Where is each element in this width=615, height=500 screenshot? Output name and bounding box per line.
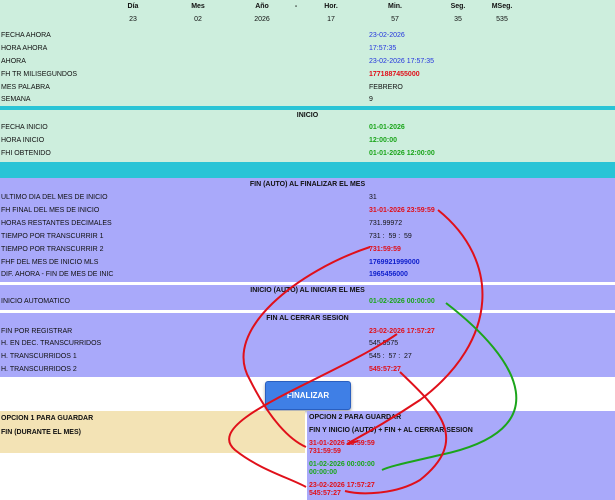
- row-fecha-inicio: FECHA INICIO 01-01-2026: [0, 122, 615, 135]
- row-inicio-automatico: INICIO AUTOMATICO 01-02-2026 00:00:00: [0, 296, 615, 309]
- finalizar-button[interactable]: FINALIZAR: [265, 381, 351, 410]
- value-fecha-inicio: 01-01-2026: [369, 124, 405, 131]
- row-fh-tr-ms: FH TR MILISEGUNDOS 1771887455000: [0, 69, 615, 82]
- value-mes-palabra: FEBRERO: [369, 84, 403, 91]
- header-label-mes: Mes: [191, 3, 205, 10]
- value-inicio-automatico: 01-02-2026 00:00:00: [369, 298, 435, 305]
- value-h-dec: 545.9575: [369, 340, 399, 347]
- row-h-transcurridos-2: H. TRANSCURRIDOS 2 545:57:27: [0, 364, 615, 377]
- value-fin-por-registrar: 23-02-2026 17:57:27: [369, 328, 435, 335]
- header-label-dia: Día: [127, 3, 139, 10]
- value-ahora: 23-02-2026 17:57:35: [369, 58, 434, 65]
- header-label-sep: -: [294, 3, 298, 10]
- row-ultimo-dia: ULTIMO DIA DEL MES DE INICIO 31: [0, 192, 615, 205]
- value-fhi-obtenido: 01-01-2026 12:00:00: [369, 150, 435, 157]
- inicio-title: INICIO: [296, 112, 319, 119]
- label-fh-final: FH FINAL DEL MES DE INICIO: [1, 207, 100, 214]
- row-hora-ahora: HORA AHORA 17:57:35: [0, 43, 615, 56]
- label-dif-ahora: DIF. AHORA - FIN DE MES DE INIC: [1, 271, 114, 278]
- row-h-transcurridos-1: H. TRANSCURRIDOS 1 545 : 57 : 27: [0, 351, 615, 364]
- row-dif-ahora: DIF. AHORA - FIN DE MES DE INIC 19654560…: [0, 269, 615, 282]
- fin-cerrar-title: FIN AL CERRAR SESION: [266, 315, 349, 322]
- value-hora-inicio: 12:00:00: [369, 137, 398, 144]
- opcion2-entry3-line2: 545:57:27: [309, 490, 341, 497]
- opcion2-panel: OPCION 2 PARA GUARDAR FIN Y INICIO (AUTO…: [307, 411, 615, 500]
- value-tiempo-1: 731 : 59 : 59: [369, 233, 412, 240]
- opcion2-entry3-line1: 23-02-2026 17:57:27: [309, 482, 375, 489]
- value-ultimo-dia: 31: [369, 194, 377, 201]
- row-tiempo-2: TIEMPO POR TRANSCURRIR 2 731:59:59: [0, 244, 615, 257]
- label-tiempo-2: TIEMPO POR TRANSCURRIR 2: [1, 246, 104, 253]
- opcion1-title: OPCION 1 PARA GUARDAR: [1, 415, 94, 422]
- value-horas-restantes: 731.99972: [369, 220, 403, 227]
- fin-cerrar-section: FIN AL CERRAR SESION FIN POR REGISTRAR 2…: [0, 313, 615, 377]
- opcion2-entry1-line2: 731:59:59: [309, 448, 341, 455]
- label-hora-ahora: HORA AHORA: [1, 45, 48, 52]
- header-value-min: 57: [391, 16, 399, 23]
- value-fecha-ahora: 23-02-2026: [369, 32, 405, 39]
- header-label-min: Min.: [388, 3, 402, 10]
- fin-auto-title: FIN (AUTO) AL FINALIZAR EL MES: [249, 181, 366, 188]
- row-tiempo-1: TIEMPO POR TRANSCURRIR 1 731 : 59 : 59: [0, 231, 615, 244]
- label-mes-palabra: MES PALABRA: [1, 84, 50, 91]
- inicio-section: INICIO FECHA INICIO 01-01-2026 HORA INIC…: [0, 110, 615, 162]
- row-fh-final: FH FINAL DEL MES DE INICIO 31-01-2026 23…: [0, 205, 615, 218]
- label-h-transcurridos-1: H. TRANSCURRIDOS 1: [1, 353, 77, 360]
- opcion2-subtitle: FIN Y INICIO (AUTO) + FIN + AL CERRAR SE…: [309, 427, 473, 434]
- header-value-dia: 23: [129, 16, 137, 23]
- opcion1-panel: OPCION 1 PARA GUARDAR FIN (DURANTE EL ME…: [0, 411, 305, 453]
- value-tiempo-2: 731:59:59: [369, 246, 401, 253]
- label-inicio-automatico: INICIO AUTOMATICO: [1, 298, 70, 305]
- label-fh-tr-ms: FH TR MILISEGUNDOS: [1, 71, 78, 78]
- row-horas-restantes: HORAS RESTANTES DECIMALES 731.99972: [0, 218, 615, 231]
- label-fecha-ahora: FECHA AHORA: [1, 32, 51, 39]
- label-horas-restantes: HORAS RESTANTES DECIMALES: [1, 220, 112, 227]
- value-fh-final: 31-01-2026 23:59:59: [369, 207, 435, 214]
- row-fecha-ahora: FECHA AHORA 23-02-2026: [0, 30, 615, 43]
- label-semana: SEMANA: [1, 96, 31, 103]
- label-hora-inicio: HORA INICIO: [1, 137, 45, 144]
- header-value-hor: 17: [327, 16, 335, 23]
- inicio-auto-section: INICIO (AUTO) AL INICIAR EL MES INICIO A…: [0, 285, 615, 310]
- label-h-transcurridos-2: H. TRANSCURRIDOS 2: [1, 366, 77, 373]
- value-h-transcurridos-2: 545:57:27: [369, 366, 401, 373]
- now-section: FECHA AHORA 23-02-2026 HORA AHORA 17:57:…: [0, 30, 615, 106]
- datetime-header: Día 23 Mes 02 Año 2026 - Hor. 17 Min. 57…: [0, 0, 615, 30]
- row-fhi-obtenido: FHI OBTENIDO 01-01-2026 12:00:00: [0, 148, 615, 161]
- opcion2-entry2-line1: 01-02-2026 00:00:00: [309, 461, 375, 468]
- opcion2-entry1-line1: 31-01-2026 23:59:59: [309, 440, 375, 447]
- label-ultimo-dia: ULTIMO DIA DEL MES DE INICIO: [1, 194, 108, 201]
- row-hora-inicio: HORA INICIO 12:00:00: [0, 135, 615, 148]
- header-value-mseg: 535: [496, 16, 508, 23]
- header-label-seg: Seg.: [450, 3, 466, 10]
- inicio-auto-title: INICIO (AUTO) AL INICIAR EL MES: [250, 287, 365, 294]
- header-value-anio: 2026: [254, 16, 270, 23]
- value-hora-ahora: 17:57:35: [369, 45, 397, 52]
- label-fhi-obtenido: FHI OBTENIDO: [1, 150, 51, 157]
- row-ahora: AHORA 23-02-2026 17:57:35: [0, 56, 615, 69]
- header-value-mes: 02: [194, 16, 202, 23]
- header-value-seg: 35: [454, 16, 462, 23]
- header-label-hor: Hor.: [324, 3, 338, 10]
- label-fecha-inicio: FECHA INICIO: [1, 124, 48, 131]
- opcion2-entry2-line2: 00:00:00: [309, 469, 338, 476]
- opcion2-title: OPCION 2 PARA GUARDAR: [309, 414, 402, 421]
- opcion1-subtitle: FIN (DURANTE EL MES): [1, 429, 81, 436]
- row-h-dec: H. EN DEC. TRANSCURRIDOS 545.9575: [0, 338, 615, 351]
- value-fh-tr-ms: 1771887455000: [369, 71, 420, 78]
- value-fhf-mls: 1769921999000: [369, 259, 420, 266]
- value-semana: 9: [369, 96, 373, 103]
- label-ahora: AHORA: [1, 58, 26, 65]
- fin-auto-section: FIN (AUTO) AL FINALIZAR EL MES ULTIMO DI…: [0, 178, 615, 282]
- separator-cyan-2: [0, 162, 615, 178]
- label-fhf-mls: FHF DEL MES DE INICIO MLS: [1, 259, 99, 266]
- value-dif-ahora: 1965456000: [369, 271, 408, 278]
- label-h-dec: H. EN DEC. TRANSCURRIDOS: [1, 340, 102, 347]
- label-tiempo-1: TIEMPO POR TRANSCURRIR 1: [1, 233, 104, 240]
- header-label-mseg: MSeg.: [491, 3, 513, 10]
- label-fin-por-registrar: FIN POR REGISTRAR: [1, 328, 73, 335]
- value-h-transcurridos-1: 545 : 57 : 27: [369, 353, 412, 360]
